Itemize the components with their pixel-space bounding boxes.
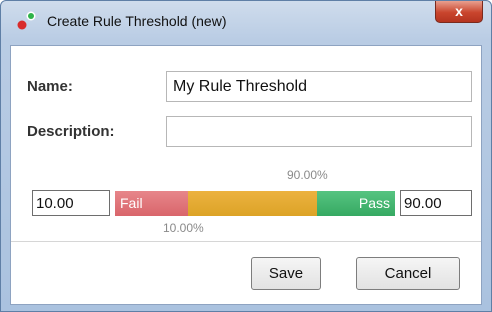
description-field[interactable] — [166, 116, 472, 147]
name-field[interactable] — [166, 71, 472, 102]
high-percent-label: 90.00% — [287, 168, 328, 182]
button-divider — [11, 241, 481, 242]
low-threshold-input[interactable] — [32, 190, 110, 216]
fail-segment[interactable]: Fail — [115, 191, 188, 216]
threshold-slider-bar[interactable]: Fail Pass — [115, 191, 395, 216]
title-bar[interactable]: Create Rule Threshold (new) x — [1, 1, 491, 35]
description-label: Description: — [27, 123, 115, 140]
pass-label: Pass — [358, 195, 390, 211]
app-icon — [17, 11, 36, 30]
save-button[interactable]: Save — [251, 257, 321, 290]
close-button[interactable]: x — [435, 1, 483, 23]
fail-label: Fail — [120, 195, 143, 211]
dialog-window: Create Rule Threshold (new) x Name: Desc… — [0, 0, 492, 312]
name-label: Name: — [27, 78, 73, 95]
cancel-button[interactable]: Cancel — [356, 257, 460, 290]
middle-segment[interactable] — [188, 191, 317, 216]
window-title: Create Rule Threshold (new) — [47, 13, 227, 29]
low-percent-label: 10.00% — [163, 221, 204, 235]
pass-segment[interactable]: Pass — [317, 191, 395, 216]
dialog-content: Name: Description: 90.00% Fail Pass 10.0… — [10, 45, 482, 305]
high-threshold-input[interactable] — [400, 190, 472, 216]
